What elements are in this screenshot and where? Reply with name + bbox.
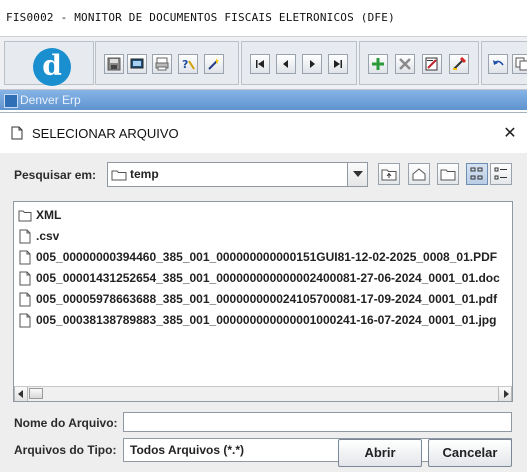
scrollbar-thumb[interactable]	[29, 388, 43, 399]
look-in-combo[interactable]: temp	[107, 162, 368, 187]
file-name: 005_00005978663688_385_001_0000000000241…	[36, 292, 498, 306]
scroll-right-icon[interactable]	[498, 387, 512, 401]
new-folder-icon	[440, 169, 456, 181]
file-icon	[19, 292, 31, 307]
toolbar-group-edit	[481, 41, 527, 85]
file-name: 005_00038138789883_385_001_0000000000000…	[36, 313, 497, 327]
next-icon[interactable]	[302, 54, 322, 74]
folder-icon	[111, 170, 127, 181]
list-view-button[interactable]	[466, 163, 488, 185]
look-in-label: Pesquisar em:	[14, 168, 97, 182]
filename-field[interactable]	[123, 412, 512, 432]
main-toolbar: d ?	[0, 36, 527, 90]
window-title: FIS0002 - MONITOR DE DOCUMENTOS FISCAIS …	[6, 11, 395, 24]
list-view-icon	[470, 167, 483, 180]
toolbar-group-navigation	[241, 41, 357, 85]
svg-text:?: ?	[182, 58, 188, 71]
toolbar-group-actions: ?	[95, 41, 239, 85]
filename-label: Nome do Arquivo:	[14, 416, 118, 430]
dialog-title: SELECIONAR ARQUIVO	[32, 126, 179, 141]
file-name: 005_00000000394460_385_001_0000000000001…	[36, 250, 498, 264]
denver-logo: d	[33, 48, 71, 86]
new-folder-button[interactable]	[437, 163, 459, 185]
delete-icon[interactable]	[395, 54, 415, 74]
file-icon	[19, 313, 31, 328]
close-icon[interactable]: ✕	[498, 121, 522, 145]
add-icon[interactable]	[368, 54, 388, 74]
erp-frame-label: Denver Erp	[20, 93, 81, 107]
home-icon	[412, 168, 426, 181]
details-view-icon	[494, 167, 507, 180]
file-name: XML	[36, 208, 62, 222]
screen-icon[interactable]	[127, 54, 147, 74]
file-icon	[19, 271, 31, 286]
toolbar-group-records	[359, 41, 479, 85]
home-button[interactable]	[408, 163, 430, 185]
file-icon	[19, 250, 31, 265]
last-icon[interactable]	[328, 54, 348, 74]
filetype-label: Arquivos do Tipo:	[14, 443, 117, 457]
file-icon	[19, 229, 31, 244]
chevron-down-icon[interactable]	[347, 163, 367, 186]
dialog-body: Pesquisar em: temp XML .csv 005_00000000…	[0, 153, 527, 472]
scroll-left-icon[interactable]	[14, 387, 28, 401]
app-window: FIS0002 - MONITOR DE DOCUMENTOS FISCAIS …	[0, 0, 527, 472]
details-view-button[interactable]	[490, 163, 512, 185]
cancel-edit-icon[interactable]	[449, 54, 469, 74]
dialog-titlebar: SELECIONAR ARQUIVO ✕	[0, 113, 527, 153]
file-name: 005_00001431252654_385_001_0000000000000…	[36, 271, 500, 285]
print-icon[interactable]	[152, 54, 172, 74]
help-query-icon[interactable]: ?	[178, 54, 198, 74]
up-folder-icon	[381, 169, 397, 181]
prev-icon[interactable]	[276, 54, 296, 74]
save-icon[interactable]	[104, 54, 124, 74]
logo-group: d	[4, 41, 94, 86]
edit-record-icon[interactable]	[422, 54, 442, 74]
erp-frame-icon	[4, 94, 18, 108]
magic-icon[interactable]	[204, 54, 224, 74]
file-chooser-dialog: SELECIONAR ARQUIVO ✕ Pesquisar em: temp	[0, 112, 527, 472]
look-in-value: temp	[130, 167, 159, 181]
folder-icon	[18, 210, 32, 222]
file-list[interactable]: XML .csv 005_00000000394460_385_001_0000…	[13, 201, 513, 402]
undo-icon[interactable]	[488, 54, 508, 74]
first-icon[interactable]	[250, 54, 270, 74]
dialog-document-icon	[11, 126, 23, 140]
up-folder-button[interactable]	[378, 163, 400, 185]
erp-frame-titlebar: Denver Erp	[0, 90, 527, 110]
window-titlebar: FIS0002 - MONITOR DE DOCUMENTOS FISCAIS …	[0, 0, 527, 37]
cancel-button[interactable]: Cancelar	[428, 439, 512, 467]
open-button[interactable]: Abrir	[338, 439, 422, 467]
copy-icon[interactable]	[512, 54, 527, 74]
filetype-value: Todos Arquivos (*.*)	[130, 443, 244, 457]
horizontal-scrollbar[interactable]	[14, 386, 512, 401]
file-name: .csv	[36, 229, 60, 243]
